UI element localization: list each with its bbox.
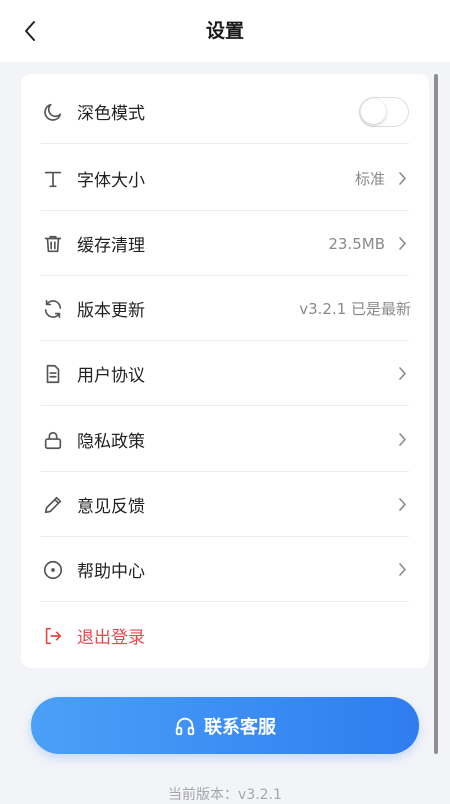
- text-icon: [41, 167, 65, 191]
- chevron-right-icon: [395, 236, 409, 252]
- contact-support-button[interactable]: 联系客服: [31, 697, 419, 754]
- contact-support-label: 联系客服: [204, 716, 276, 738]
- setting-value: 标准: [354, 170, 385, 188]
- setting-label: 版本更新: [77, 301, 145, 321]
- setting-label: 字体大小: [77, 171, 145, 191]
- lock-icon: [41, 428, 65, 452]
- top-bar: 设置: [0, 0, 450, 62]
- setting-user-agreement[interactable]: 用户协议: [41, 341, 409, 406]
- setting-font-size[interactable]: 字体大小 标准: [41, 146, 409, 211]
- chevron-right-icon: [395, 497, 409, 513]
- moon-icon: [41, 100, 65, 124]
- chevron-right-icon: [395, 432, 409, 448]
- chevron-right-icon: [395, 171, 409, 187]
- setting-privacy-policy[interactable]: 隐私政策: [41, 407, 409, 472]
- current-version-text: 当前版本：v3.2.1: [168, 787, 282, 803]
- setting-version-update[interactable]: 版本更新 v3.2.1 已是最新: [41, 276, 411, 341]
- setting-label: 缓存清理: [77, 236, 145, 256]
- logout-icon: [41, 624, 65, 648]
- setting-feedback[interactable]: 意见反馈: [41, 472, 409, 537]
- document-icon: [41, 362, 65, 386]
- setting-value: v3.2.1 已是最新: [299, 300, 411, 318]
- page-title: 设置: [205, 20, 244, 42]
- setting-dark-mode: 深色模式: [41, 79, 409, 144]
- trash-icon: [41, 232, 65, 256]
- scrollbar[interactable]: [434, 74, 438, 754]
- setting-label: 隐私政策: [77, 432, 145, 452]
- headphones-icon: [174, 715, 196, 737]
- dark-mode-toggle[interactable]: [359, 96, 409, 127]
- settings-list: 深色模式 字体大小 标准 缓存清理 23.5MB 版本更新 v3.2.1 已是最…: [21, 74, 429, 668]
- setting-label: 用户协议: [77, 366, 145, 386]
- chevron-right-icon: [395, 562, 409, 578]
- pencil-icon: [41, 493, 65, 517]
- setting-label: 意见反馈: [77, 497, 145, 517]
- chevron-right-icon: [395, 366, 409, 382]
- toggle-knob: [361, 98, 386, 124]
- logout-label: 退出登录: [77, 628, 145, 648]
- setting-cache[interactable]: 缓存清理 23.5MB: [41, 211, 409, 276]
- help-circle-icon: [41, 558, 65, 582]
- logout-button[interactable]: 退出登录: [41, 603, 409, 668]
- refresh-icon: [41, 297, 65, 321]
- setting-label: 帮助中心: [77, 562, 145, 582]
- setting-value: 23.5MB: [328, 234, 385, 253]
- setting-label: 深色模式: [77, 104, 145, 124]
- setting-help-center[interactable]: 帮助中心: [41, 537, 409, 602]
